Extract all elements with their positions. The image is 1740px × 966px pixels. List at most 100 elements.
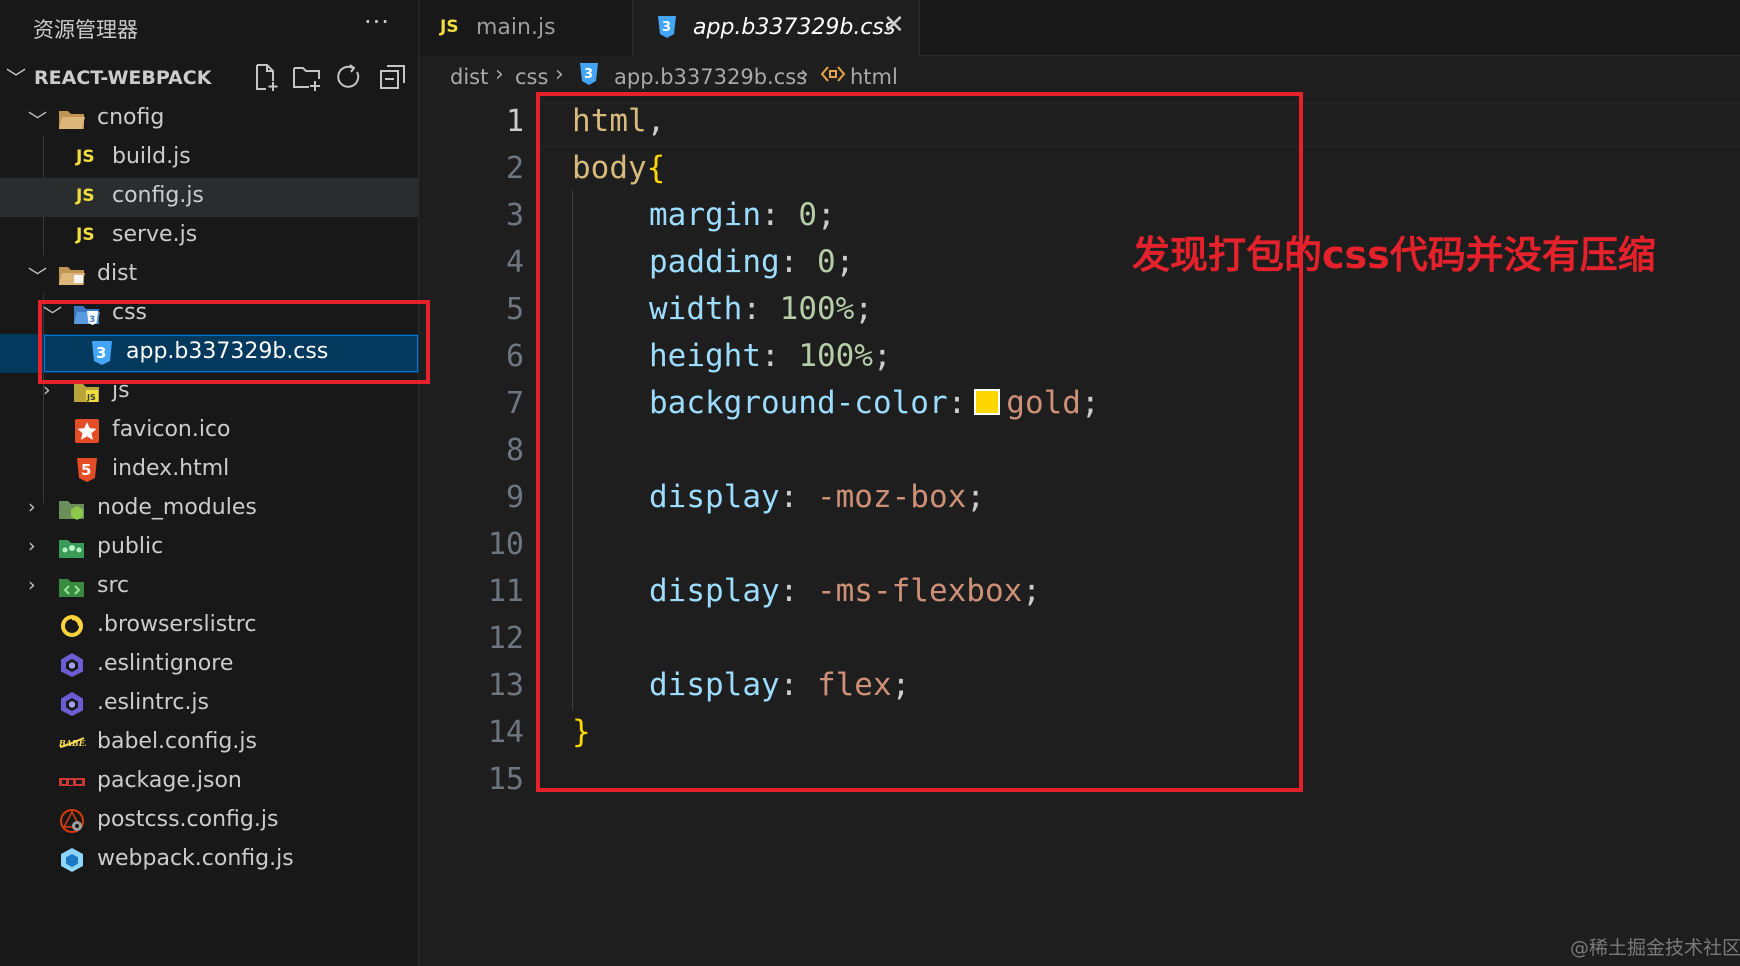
line-number: 9: [505, 480, 524, 515]
tree-item-favicon[interactable]: favicon.ico: [0, 412, 419, 451]
postcss-icon: [58, 808, 86, 834]
folder-node-icon: [58, 496, 86, 522]
tree-item-label: index.html: [112, 456, 230, 481]
tree-item-eslintrc[interactable]: .eslintrc.js: [0, 685, 419, 724]
refresh-icon[interactable]: [334, 62, 366, 94]
tree-item-config-js[interactable]: JS config.js: [0, 178, 419, 217]
line-number: 7: [505, 386, 524, 421]
svg-text:5: 5: [81, 461, 91, 479]
tab-app-css[interactable]: 3 app.b337329b.css ✕: [633, 0, 920, 56]
tree-item-src[interactable]: › src: [0, 568, 419, 607]
css-file-icon: 3: [655, 15, 679, 39]
explorer-title: 资源管理器: [33, 18, 138, 42]
star-icon: [73, 418, 101, 444]
tree-item-postcss-config[interactable]: postcss.config.js: [0, 802, 419, 841]
breadcrumb-item[interactable]: css: [515, 65, 548, 89]
tree-item-browserslistrc[interactable]: .browserslistrc: [0, 607, 419, 646]
tree-item-cnofig[interactable]: ﹀ cnofig: [0, 100, 419, 139]
line-number: 14: [487, 715, 524, 750]
svg-text:3: 3: [584, 67, 593, 82]
tree-item-label: favicon.ico: [112, 417, 231, 442]
tree-item-label: .eslintrc.js: [97, 690, 210, 715]
tree-item-serve-js[interactable]: JS serve.js: [0, 217, 419, 256]
tab-main-js[interactable]: JS main.js: [420, 0, 633, 56]
tree-item-label: node_modules: [97, 495, 257, 520]
explorer-header: 资源管理器 ···: [0, 0, 419, 56]
line-number: 12: [487, 621, 524, 656]
tree-item-index-html[interactable]: 5 index.html: [0, 451, 419, 490]
project-header[interactable]: ﹀ REACT-WEBPACK: [0, 60, 419, 96]
close-icon[interactable]: ✕: [883, 10, 905, 40]
breadcrumb-item[interactable]: html: [850, 65, 898, 89]
chevron-down-icon: ﹀: [6, 66, 26, 90]
line-number: 4: [505, 245, 524, 280]
tree-item-babel-config[interactable]: BABEL babel.config.js: [0, 724, 419, 763]
npm-icon: [58, 769, 86, 795]
tree-item-label: babel.config.js: [97, 729, 257, 754]
tab-label: app.b337329b.css: [693, 15, 896, 40]
html-file-icon: 5: [73, 457, 101, 483]
line-number: 8: [505, 433, 524, 468]
folder-public-icon: [58, 535, 86, 561]
line-number: 5: [505, 292, 524, 327]
tree-item-build-js[interactable]: JS build.js: [0, 139, 419, 178]
js-file-icon: JS: [76, 186, 95, 206]
tree-item-label: package.json: [97, 768, 242, 793]
chevron-down-icon: ﹀: [28, 110, 48, 132]
tree-item-label: serve.js: [112, 222, 198, 247]
browserslist-icon: [58, 613, 86, 639]
tree-item-label: config.js: [112, 183, 204, 208]
new-file-icon[interactable]: [250, 62, 282, 94]
breadcrumb-item[interactable]: app.b337329b.css: [614, 65, 807, 89]
annotation-text: 发现打包的css代码并没有压缩: [1132, 233, 1656, 277]
line-number: 6: [505, 339, 524, 374]
new-folder-icon[interactable]: [292, 62, 324, 94]
line-number: 10: [487, 527, 524, 562]
line-number: 13: [487, 668, 524, 703]
tree-item-label: .eslintignore: [97, 651, 234, 676]
project-title: REACT-WEBPACK: [34, 67, 212, 89]
svg-text:3: 3: [662, 20, 671, 35]
folder-src-icon: [58, 574, 86, 600]
chevron-right-icon: ›: [555, 62, 564, 87]
editor-tab-bar: JS main.js 3 app.b337329b.css ✕: [420, 0, 1740, 56]
js-file-icon: JS: [76, 225, 95, 245]
breadcrumb-item[interactable]: dist: [450, 65, 488, 89]
chevron-down-icon: ﹀: [28, 266, 48, 288]
symbol-element-icon: [820, 62, 846, 91]
tree-item-label: postcss.config.js: [97, 807, 279, 832]
js-file-icon: JS: [440, 17, 459, 37]
explorer-sidebar: 资源管理器 ··· ﹀ REACT-WEBPACK ﹀ cnofig JS bu…: [0, 0, 419, 966]
folder-open-icon: [58, 106, 86, 132]
tree-item-dist[interactable]: ﹀ dist: [0, 256, 419, 295]
svg-text:BABEL: BABEL: [58, 738, 86, 748]
tree-item-label: public: [97, 534, 164, 559]
chevron-right-icon: ›: [28, 574, 36, 596]
chevron-right-icon: ›: [495, 62, 504, 87]
js-file-icon: JS: [76, 147, 95, 167]
folder-dist-icon: [58, 262, 86, 288]
tree-item-node-modules[interactable]: › node_modules: [0, 490, 419, 529]
more-actions-button[interactable]: ···: [364, 8, 390, 36]
chevron-right-icon: ›: [28, 496, 36, 518]
line-number: 15: [487, 762, 524, 797]
collapse-all-icon[interactable]: [378, 62, 410, 94]
annotation-box-code: [536, 92, 1303, 792]
tree-item-label: build.js: [112, 144, 191, 169]
tree-item-eslintignore[interactable]: .eslintignore: [0, 646, 419, 685]
line-number: 2: [505, 151, 524, 186]
tree-item-package-json[interactable]: package.json: [0, 763, 419, 802]
line-number: 11: [487, 574, 524, 609]
annotation-box-tree: [38, 300, 430, 384]
breadcrumb: dist › css › 3 app.b337329b.css › html: [420, 58, 1740, 96]
tab-label: main.js: [476, 15, 556, 40]
tree-item-webpack-config[interactable]: webpack.config.js: [0, 841, 419, 880]
tree-item-label: webpack.config.js: [97, 846, 294, 871]
tree-item-public[interactable]: › public: [0, 529, 419, 568]
chevron-right-icon: ›: [28, 535, 36, 557]
tree-item-label: cnofig: [97, 105, 165, 130]
line-number: 3: [505, 198, 524, 233]
tree-item-label: .browserslistrc: [97, 612, 257, 637]
eslint-icon: [58, 652, 86, 678]
tree-item-label: src: [97, 573, 130, 598]
